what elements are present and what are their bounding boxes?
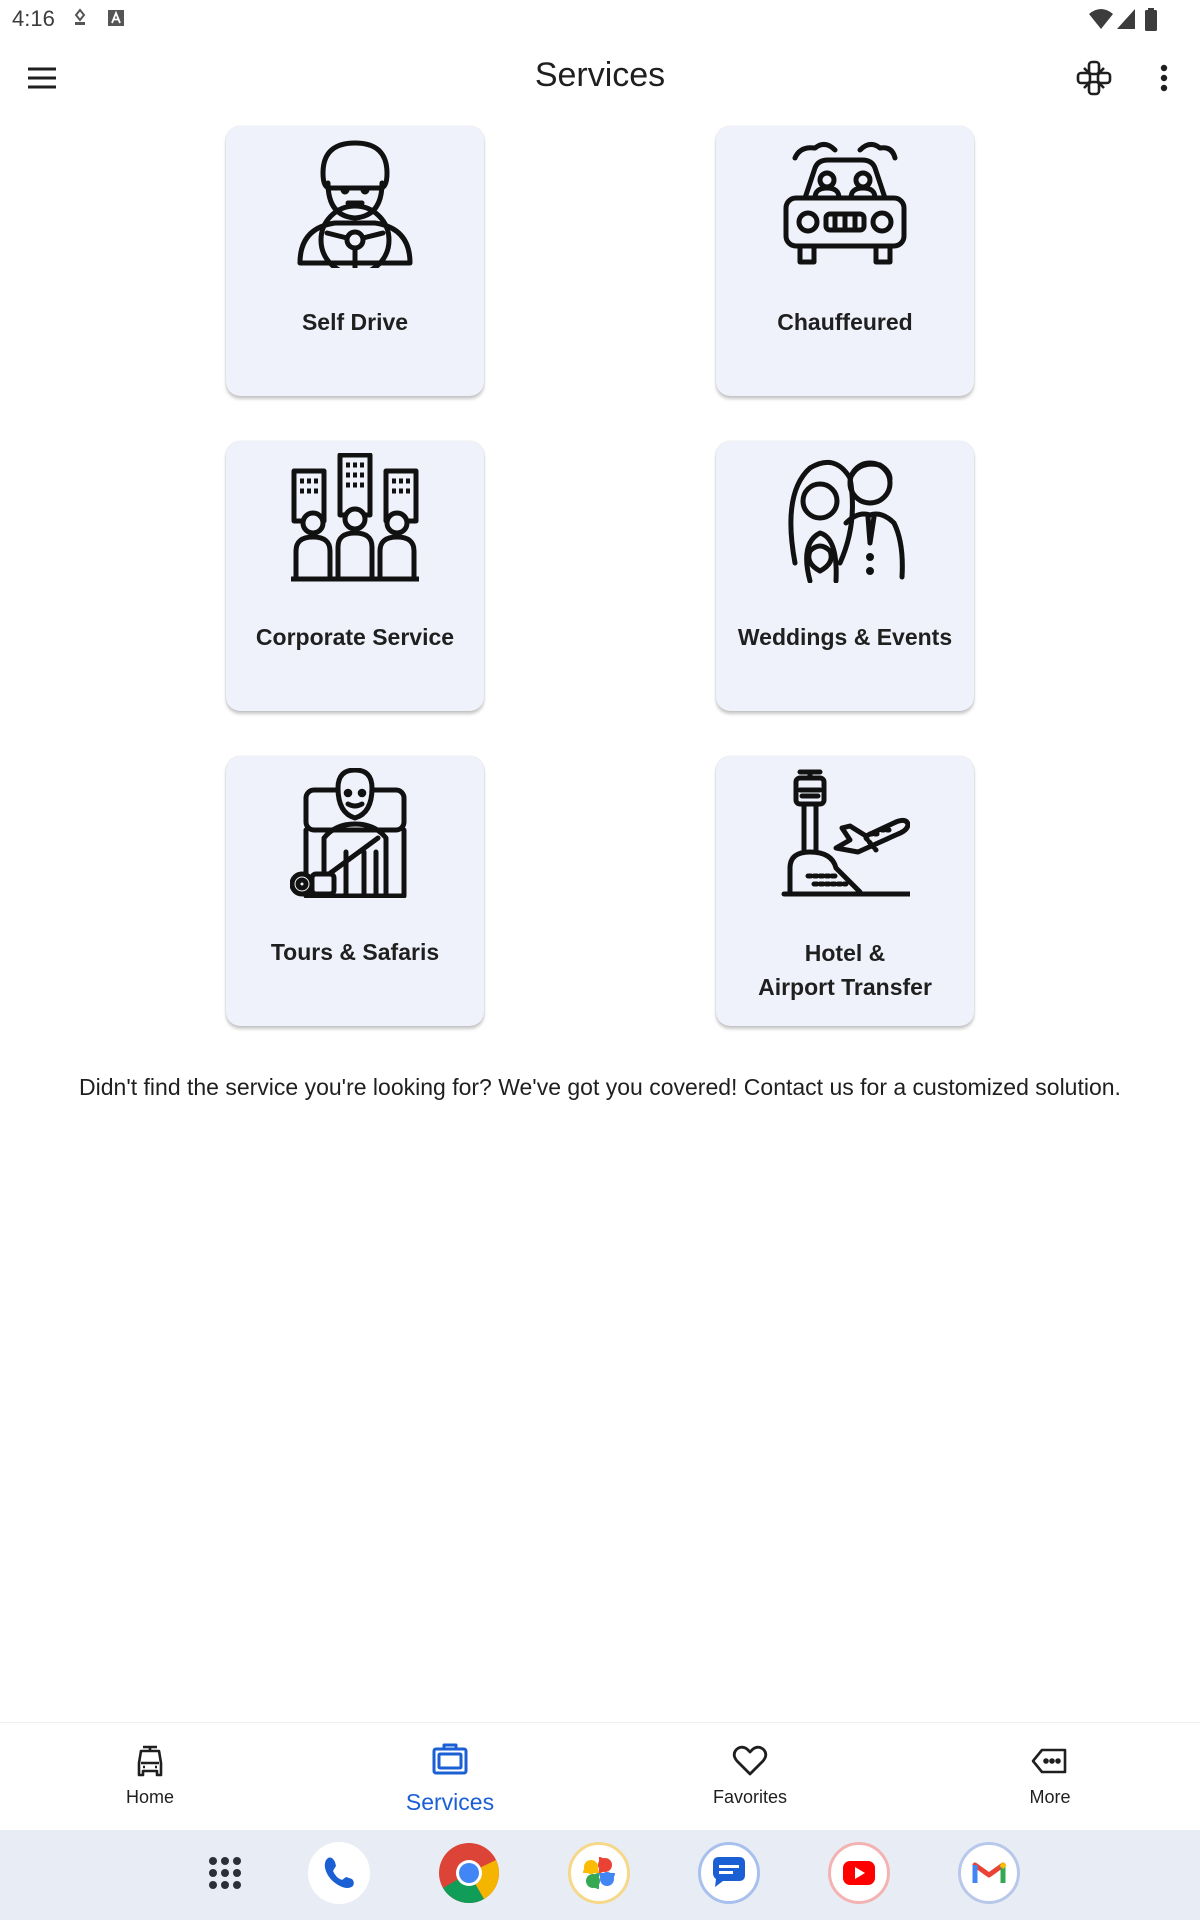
gmail-icon (972, 1862, 1007, 1883)
nav-label: More (1029, 1787, 1071, 1807)
service-label: Tours & Safaris (270, 939, 440, 965)
chauffeur-car-icon (783, 142, 907, 265)
steering-driver-icon (297, 140, 413, 268)
service-label-line1: Hotel & (804, 940, 886, 966)
service-label-line2: Airport Transfer (758, 974, 932, 1000)
battery-icon (1145, 8, 1157, 31)
chrome-icon (439, 1843, 499, 1904)
photos-icon (583, 1857, 615, 1889)
service-label: Corporate Service (255, 624, 455, 650)
corporate-people-icon (291, 453, 419, 582)
dock-app-phone[interactable] (308, 1842, 370, 1904)
service-card-tours-safaris[interactable]: Tours & Safaris (226, 756, 484, 1026)
service-label: Chauffeured (777, 309, 913, 335)
usb-debug-icon (74, 8, 86, 25)
heart-icon (732, 1745, 768, 1776)
keyboard-a-icon (108, 10, 124, 26)
overflow-menu-button[interactable] (1146, 56, 1182, 100)
info-text: Didn't find the service you're looking f… (79, 1074, 1121, 1100)
app-bar: Services (0, 36, 1200, 120)
nav-item-more[interactable]: More (900, 1723, 1200, 1831)
messages-icon (713, 1857, 745, 1887)
plugin-button[interactable] (1072, 56, 1116, 100)
wifi-icon (1089, 9, 1113, 29)
service-card-self-drive[interactable]: Self Drive (226, 126, 484, 396)
nav-item-services[interactable]: Services (300, 1723, 600, 1831)
nav-item-favorites[interactable]: Favorites (600, 1723, 900, 1831)
airport-plane-icon (781, 769, 910, 897)
signal-icon (1117, 9, 1135, 29)
service-label: Self Drive (301, 309, 409, 335)
page-title: Services (534, 56, 666, 94)
youtube-icon (843, 1861, 875, 1885)
briefcase-icon (432, 1743, 468, 1775)
app-drawer-icon (209, 1857, 241, 1889)
tourist-camera-icon (290, 768, 407, 898)
more-vert-icon (1160, 64, 1168, 92)
bottom-navigation: Home Services Favorites More (0, 1722, 1200, 1831)
service-label: Weddings & Events (737, 624, 953, 650)
dock-app-gmail[interactable] (958, 1842, 1020, 1904)
nav-label: Home (125, 1787, 174, 1807)
car-icon (137, 1745, 163, 1777)
more-tag-icon (1031, 1748, 1067, 1774)
service-card-corporate-service[interactable]: Corporate Service (226, 441, 484, 711)
nav-item-home[interactable]: Home (0, 1723, 300, 1831)
dock-app-chrome[interactable] (438, 1842, 500, 1904)
service-card-chauffeured[interactable]: Chauffeured (716, 126, 974, 396)
phone-icon (324, 1857, 354, 1888)
wedding-couple-icon (788, 459, 905, 583)
dock-app-messages[interactable] (698, 1842, 760, 1904)
status-time: 4:16 (12, 6, 55, 31)
status-bar: 4:16 (0, 0, 1200, 36)
service-card-weddings-events[interactable]: Weddings & Events (716, 441, 974, 711)
nav-label: Services (405, 1789, 495, 1815)
plugin-icon (1076, 60, 1112, 96)
dock-app-photos[interactable] (568, 1842, 630, 1904)
service-card-hotel-airport-transfer[interactable]: Hotel & Airport Transfer (716, 756, 974, 1026)
app-drawer-button[interactable] (194, 1842, 256, 1904)
service-label: Hotel & Airport Transfer (722, 936, 968, 1004)
system-dock (0, 1830, 1200, 1920)
nav-label: Favorites (712, 1787, 788, 1807)
dock-app-youtube[interactable] (828, 1842, 890, 1904)
